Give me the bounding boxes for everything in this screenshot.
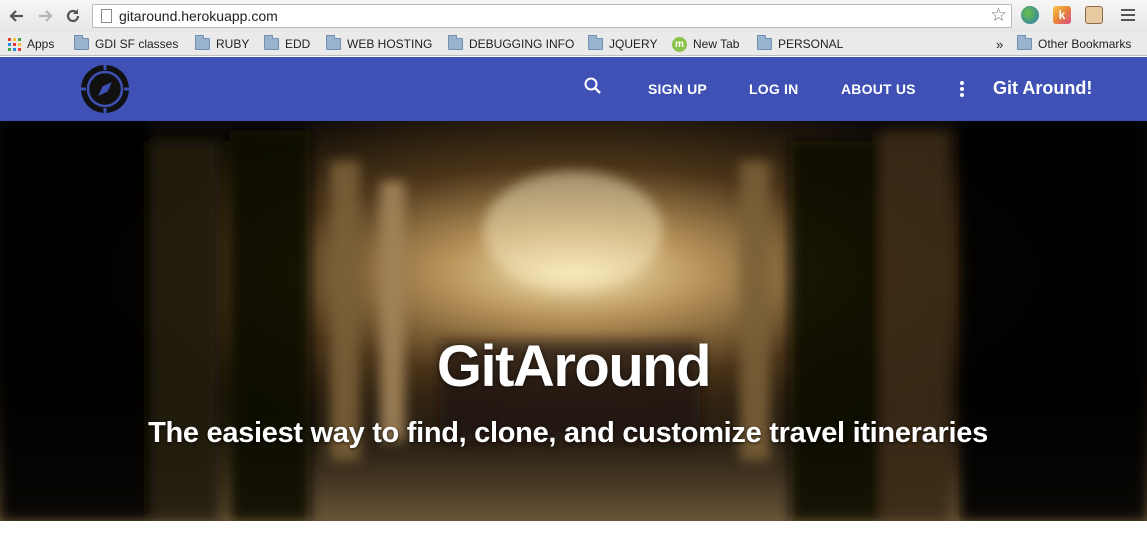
browser-toolbar: gitaround.herokuapp.com ☆ k xyxy=(0,0,1147,32)
bookmark-label: New Tab xyxy=(693,37,740,51)
bookmark-label: DEBUGGING INFO xyxy=(469,37,575,51)
bookmark-other-bookmarks[interactable]: Other Bookmarks xyxy=(1017,35,1132,52)
bookmark-label: Other Bookmarks xyxy=(1038,37,1132,51)
apps-grid-icon xyxy=(8,37,21,51)
bookmark-label: PERSONAL xyxy=(778,37,844,51)
m-icon: m xyxy=(672,36,687,52)
folder-icon xyxy=(448,35,463,50)
forward-arrow-icon[interactable] xyxy=(35,6,55,26)
folder-icon xyxy=(264,35,279,50)
bookmark-web-hosting[interactable]: WEB HOSTING xyxy=(326,35,433,52)
browser-menu-icon[interactable] xyxy=(1121,9,1135,24)
folder-icon xyxy=(1017,35,1032,50)
hero-title: GitAround xyxy=(436,334,712,399)
bookmarks-bar: Apps GDI SF classes RUBY EDD WEB HOSTING… xyxy=(0,32,1147,56)
address-bar-url[interactable]: gitaround.herokuapp.com xyxy=(119,8,278,24)
search-icon[interactable] xyxy=(583,76,603,96)
about-us-link[interactable]: ABOUT US xyxy=(841,81,916,97)
bookmark-jquery[interactable]: JQUERY xyxy=(588,35,658,52)
hero-background-image xyxy=(0,121,1147,521)
bookmark-personal[interactable]: PERSONAL xyxy=(757,35,844,52)
bookmark-new-tab[interactable]: m New Tab xyxy=(672,36,739,52)
bookmark-gdi-sf-classes[interactable]: GDI SF classes xyxy=(74,35,179,52)
globe-extension-icon[interactable] xyxy=(1021,6,1039,24)
bookmark-edd[interactable]: EDD xyxy=(264,35,311,52)
bookmark-ruby[interactable]: RUBY xyxy=(195,35,250,52)
brand-link[interactable]: Git Around! xyxy=(993,78,1092,99)
more-options-icon[interactable] xyxy=(959,81,965,99)
bookmark-label: Apps xyxy=(27,37,55,51)
folder-icon xyxy=(588,35,603,50)
bookmark-star-icon[interactable]: ☆ xyxy=(990,4,1007,27)
bookmark-label: RUBY xyxy=(216,37,250,51)
back-arrow-icon[interactable] xyxy=(7,6,27,26)
bookmark-label: EDD xyxy=(285,37,311,51)
sign-up-link[interactable]: SIGN UP xyxy=(648,81,707,97)
k-extension-icon[interactable]: k xyxy=(1053,6,1071,24)
bookmark-label: JQUERY xyxy=(609,37,658,51)
reload-icon[interactable] xyxy=(63,6,83,26)
bookmark-debugging-info[interactable]: DEBUGGING INFO xyxy=(448,35,575,52)
compass-logo-icon[interactable] xyxy=(79,63,131,115)
page-icon xyxy=(101,9,112,23)
avatar-extension-icon[interactable] xyxy=(1085,6,1103,24)
bookmark-apps[interactable]: Apps xyxy=(8,36,54,52)
bookmark-label: WEB HOSTING xyxy=(347,37,433,51)
log-in-link[interactable]: LOG IN xyxy=(749,81,798,97)
page-content-below-hero xyxy=(0,521,1147,541)
folder-icon xyxy=(326,35,341,50)
hero-section: GitAround The easiest way to find, clone… xyxy=(0,121,1147,521)
bookmarks-overflow-chevron-icon[interactable]: » xyxy=(996,36,1003,52)
folder-icon xyxy=(195,35,210,50)
folder-icon xyxy=(757,35,772,50)
hero-subtitle: The easiest way to find, clone, and cust… xyxy=(148,417,988,449)
folder-icon xyxy=(74,35,89,50)
site-header: SIGN UP LOG IN ABOUT US Git Around! xyxy=(0,57,1147,121)
address-bar[interactable]: gitaround.herokuapp.com ☆ xyxy=(92,4,1012,28)
bookmark-label: GDI SF classes xyxy=(95,37,179,51)
